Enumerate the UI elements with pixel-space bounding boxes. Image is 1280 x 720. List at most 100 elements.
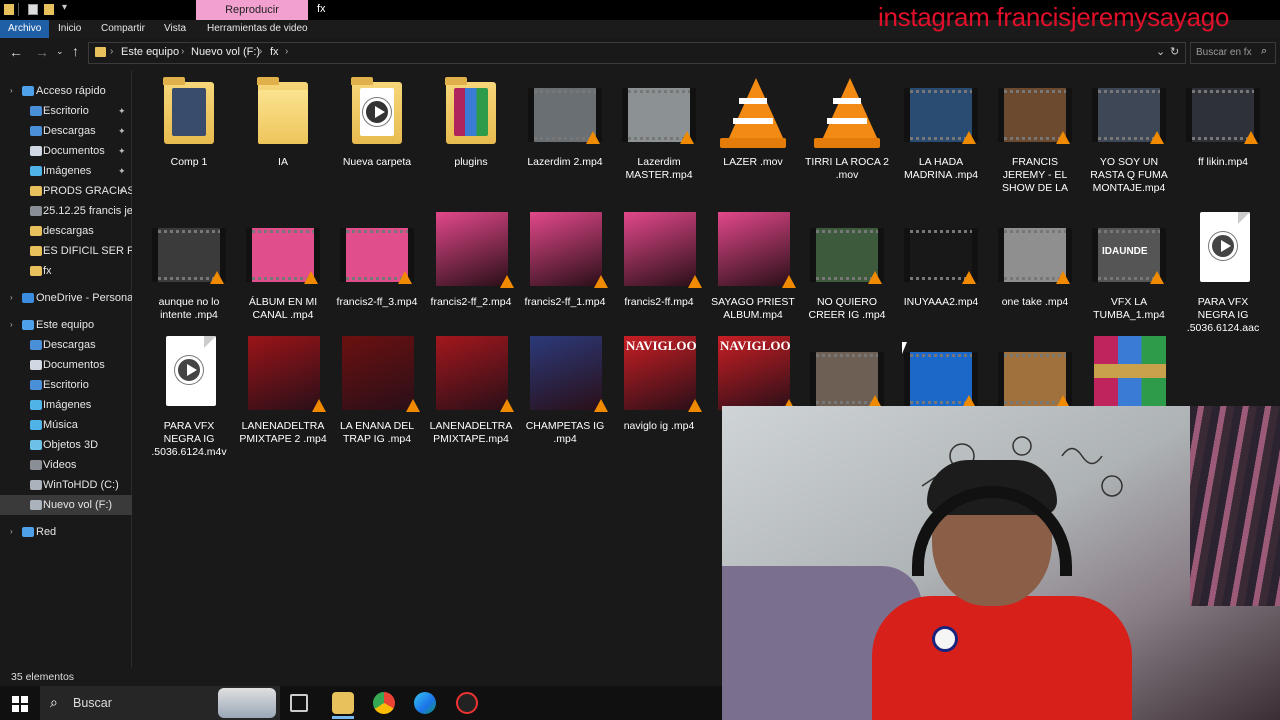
sidebar-item-escritorio[interactable]: Escritorio ✦	[0, 101, 132, 121]
sidebar-item-im-genes[interactable]: Imágenes	[0, 395, 132, 415]
sidebar-item-red[interactable]: › Red	[0, 522, 132, 542]
sidebar-item-prods-gracias[interactable]: PRODS GRACIAS ✦	[0, 181, 132, 201]
sidebar-item-descargas[interactable]: descargas	[0, 221, 132, 241]
file-item[interactable]: NO QUIERO CREER IG .mp4	[800, 212, 894, 337]
file-name: francis2-ff_1.mp4	[524, 296, 606, 308]
task-view-icon[interactable]	[290, 694, 308, 712]
tab-compartir[interactable]: Compartir	[93, 20, 153, 38]
cover-thumbnail: NAVIGLOO	[718, 336, 796, 412]
file-item[interactable]: Nueva carpeta	[330, 72, 424, 197]
file-item[interactable]: plugins	[424, 72, 518, 197]
sidebar-item-documentos[interactable]: Documentos	[0, 355, 132, 375]
sidebar-item-acceso-r-pido[interactable]: › Acceso rápido	[0, 81, 132, 101]
forward-arrow-icon[interactable]: →	[35, 44, 49, 60]
file-item[interactable]: TIRRI LA ROCA 2 .mov	[800, 72, 894, 197]
sidebar-item-videos[interactable]: Videos	[0, 455, 132, 475]
tab-vista[interactable]: Vista	[156, 20, 194, 38]
documents-icon	[30, 146, 42, 156]
file-item[interactable]: PARA VFX NEGRA IG .5036.6124.m4v	[142, 336, 236, 461]
file-item[interactable]: IA	[236, 72, 330, 197]
back-arrow-icon[interactable]: ←	[9, 44, 23, 60]
tab-inicio[interactable]: Inicio	[50, 20, 89, 38]
file-item[interactable]: LANENADELTRA PMIXTAPE.mp4	[424, 336, 518, 461]
obs-icon[interactable]	[456, 692, 478, 714]
sidebar-item-wintohdd-c-[interactable]: WinToHDD (C:)	[0, 475, 132, 495]
sidebar-item-im-genes[interactable]: Imágenes ✦	[0, 161, 132, 181]
sidebar-item-25-12-25-francis-jere[interactable]: 25.12.25 francis jere	[0, 201, 132, 221]
sidebar-item-es-dificil-ser-fran[interactable]: ES DIFICIL SER FRAN	[0, 241, 132, 261]
file-item[interactable]: LA ENANA DEL TRAP IG .mp4	[330, 336, 424, 461]
folder-icon	[30, 186, 42, 196]
windows-start-icon[interactable]	[12, 696, 28, 712]
pin-icon[interactable]: ✦	[118, 101, 126, 121]
file-thumbnail	[1082, 336, 1176, 416]
sidebar-item-objetos-3d[interactable]: Objetos 3D	[0, 435, 132, 455]
breadcrumb-este-equipo[interactable]: Este equipo	[121, 46, 179, 58]
up-arrow-icon[interactable]: ↑	[72, 43, 79, 59]
file-item[interactable]: SAYAGO PRIEST ALBUM.mp4	[706, 212, 800, 337]
file-item[interactable]: LAZER .mov	[706, 72, 800, 197]
sidebar-item-fx[interactable]: fx	[0, 261, 132, 281]
video-thumbnail	[904, 352, 978, 408]
edge-icon[interactable]	[414, 692, 436, 714]
sidebar-item-descargas[interactable]: Descargas	[0, 335, 132, 355]
file-item[interactable]: ÁLBUM EN MI CANAL .mp4	[236, 212, 330, 337]
file-item[interactable]: francis2-ff_2.mp4	[424, 212, 518, 337]
file-item[interactable]: francis2-ff.mp4	[612, 212, 706, 337]
pin-icon[interactable]: ✦	[118, 141, 126, 161]
file-item[interactable]: NAVIGLOO naviglo ig .mp4	[612, 336, 706, 461]
chevron-right-icon[interactable]: ›	[110, 46, 113, 57]
file-item[interactable]: FRANCIS JEREMY - EL SHOW DE LA NEGRIS VF…	[988, 72, 1082, 197]
file-item[interactable]: INUYAAA2.mp4	[894, 212, 988, 337]
chevron-down-icon[interactable]: ⌄	[1156, 45, 1165, 58]
file-item[interactable]: LA HADA MADRINA .mp4	[894, 72, 988, 197]
chevron-right-icon[interactable]: ›	[10, 522, 13, 542]
file-item[interactable]: YO SOY UN RASTA Q FUMA MONTAJE.mp4	[1082, 72, 1176, 197]
new-folder-icon[interactable]	[44, 4, 54, 15]
sidebar-item-este-equipo[interactable]: › Este equipo	[0, 315, 132, 335]
chevron-right-icon[interactable]: ›	[10, 288, 13, 308]
chevron-right-icon[interactable]: ›	[259, 46, 262, 57]
search-highlight-image[interactable]	[218, 688, 276, 718]
chevron-down-icon[interactable]: ⌄	[56, 46, 64, 57]
file-item[interactable]: PARA VFX NEGRA IG .5036.6124.aac	[1176, 212, 1270, 337]
file-item[interactable]: one take .mp4	[988, 212, 1082, 337]
file-explorer-icon[interactable]	[332, 692, 354, 714]
chevron-down-icon[interactable]: ▾	[62, 2, 67, 13]
refresh-icon[interactable]: ↻	[1170, 45, 1179, 58]
file-item[interactable]: IDAUNDE VFX LA TUMBA_1.mp4	[1082, 212, 1176, 337]
file-item[interactable]: LANENADELTRA PMIXTAPE 2 .mp4	[236, 336, 330, 461]
file-item[interactable]: Lazerdim 2.mp4	[518, 72, 612, 197]
pin-icon[interactable]: ✦	[118, 161, 126, 181]
chevron-right-icon[interactable]: ›	[181, 46, 184, 57]
pin-icon[interactable]: ✦	[118, 181, 126, 201]
pin-icon[interactable]: ✦	[118, 121, 126, 141]
chevron-right-icon[interactable]: ›	[285, 46, 288, 57]
sidebar-item-onedrive-personal[interactable]: › OneDrive - Personal	[0, 288, 132, 308]
chrome-icon[interactable]	[373, 692, 395, 714]
properties-icon[interactable]	[28, 4, 38, 15]
sidebar-item-escritorio[interactable]: Escritorio	[0, 375, 132, 395]
file-item[interactable]: Comp 1	[142, 72, 236, 197]
file-item[interactable]: CHAMPETAS IG .mp4	[518, 336, 612, 461]
breadcrumb-fx[interactable]: fx	[270, 46, 279, 58]
file-item[interactable]: aunque no lo intente .mp4	[142, 212, 236, 337]
chevron-right-icon[interactable]: ›	[10, 81, 13, 101]
sidebar-item-m-sica[interactable]: Música	[0, 415, 132, 435]
tab-herramientas-de-video[interactable]: Herramientas de video	[199, 20, 316, 38]
chevron-right-icon[interactable]: ›	[10, 315, 13, 335]
context-tab-play[interactable]: Reproducir	[196, 0, 308, 20]
search-icon[interactable]: ⌕	[1261, 45, 1267, 58]
file-name: SAYAGO PRIEST ALBUM.mp4	[711, 296, 795, 321]
tab-archivo[interactable]: Archivo	[0, 20, 50, 38]
sidebar-item-descargas[interactable]: Descargas ✦	[0, 121, 132, 141]
sidebar-item-documentos[interactable]: Documentos ✦	[0, 141, 132, 161]
file-item[interactable]: Lazerdim MASTER.mp4	[612, 72, 706, 197]
breadcrumb-nuevo-vol[interactable]: Nuevo vol (F:)	[191, 46, 260, 58]
cover-thumbnail	[530, 212, 608, 288]
file-item[interactable]: francis2-ff_3.mp4	[330, 212, 424, 337]
file-name: YO SOY UN RASTA Q FUMA MONTAJE.mp4	[1090, 156, 1168, 194]
file-item[interactable]: francis2-ff_1.mp4	[518, 212, 612, 337]
file-item[interactable]: ff likin.mp4	[1176, 72, 1270, 197]
sidebar-item-nuevo-vol-f-[interactable]: Nuevo vol (F:)	[0, 495, 132, 515]
